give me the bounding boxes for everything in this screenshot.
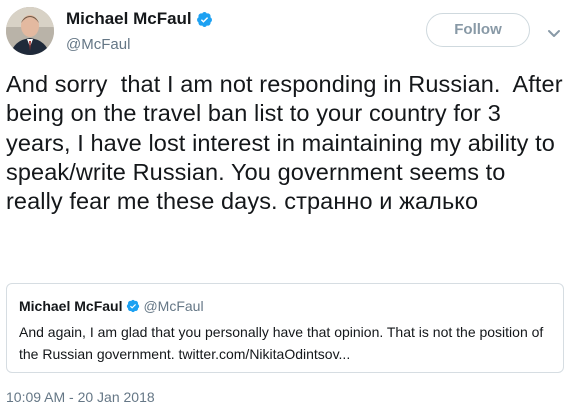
quoted-tweet-card[interactable]: Michael McFaul @McFaul And again, I am gl… <box>6 283 564 373</box>
quoted-tweet-text: And again, I am glad that you personally… <box>19 324 544 362</box>
follow-button[interactable]: Follow <box>426 13 530 47</box>
chevron-down-icon[interactable] <box>547 26 561 37</box>
author-handle[interactable]: @McFaul <box>66 36 213 53</box>
author-block: Michael McFaul @McFaul <box>66 9 213 53</box>
author-name[interactable]: Michael McFaul <box>66 9 192 29</box>
verified-badge-icon <box>126 299 140 313</box>
quoted-tweet-header: Michael McFaul @McFaul <box>19 297 204 315</box>
tweet-timestamp[interactable]: 10:09 AM - 20 Jan 2018 <box>6 389 155 405</box>
quoted-author-handle: @McFaul <box>143 297 204 314</box>
profile-photo-icon <box>6 7 54 55</box>
verified-badge-icon <box>196 11 213 28</box>
quoted-author-name: Michael McFaul <box>19 297 123 314</box>
tweet-header: Michael McFaul @McFaul Follow <box>0 0 570 62</box>
avatar[interactable] <box>6 7 54 55</box>
tweet-text: And sorry that I am not responding in Ru… <box>6 71 570 215</box>
